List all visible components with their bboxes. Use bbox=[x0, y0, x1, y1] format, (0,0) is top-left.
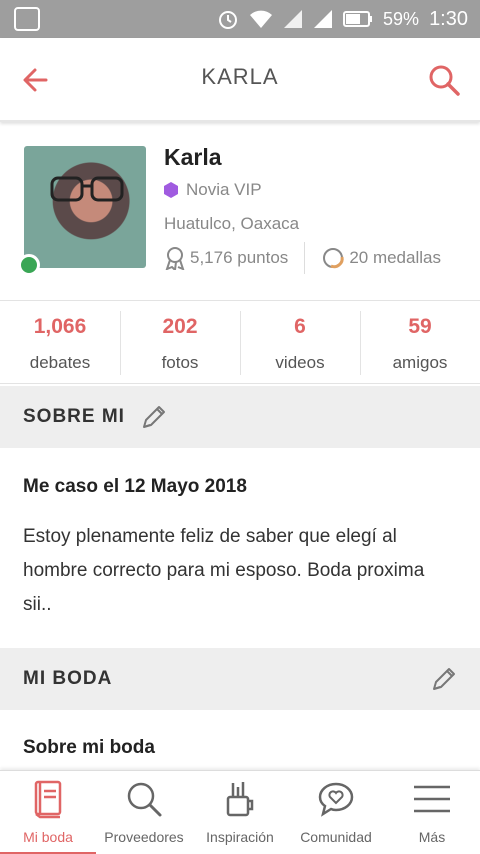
bottom-navigation: Mi boda Proveedores Inspiración Comunida… bbox=[0, 770, 480, 854]
about-text: Estoy plenamente feliz de saber que eleg… bbox=[23, 526, 425, 615]
status-bar: 59% 1:30 bbox=[0, 0, 480, 38]
section-title: MI BODA bbox=[23, 668, 113, 689]
medals[interactable]: 20 medallas bbox=[321, 246, 441, 270]
wedding-subtitle: Sobre mi boda bbox=[23, 737, 155, 758]
battery-percent: 59% bbox=[383, 8, 420, 29]
tab-label: Proveedores bbox=[104, 829, 184, 845]
stat-value: 1,066 bbox=[33, 315, 87, 338]
avatar-photo bbox=[50, 176, 124, 202]
tab-label: Mi boda bbox=[23, 829, 73, 845]
ribbon-icon bbox=[165, 247, 185, 270]
section-title: SOBRE MI bbox=[23, 406, 125, 427]
edit-pencil-icon[interactable] bbox=[140, 403, 168, 431]
profile-scores: 5,176 puntos 20 medallas bbox=[164, 242, 441, 274]
signal-icon-2 bbox=[314, 10, 333, 28]
tab-proveedores[interactable]: Proveedores bbox=[96, 771, 192, 854]
wifi-icon bbox=[250, 10, 273, 28]
menu-icon bbox=[414, 785, 450, 813]
profile-location: Huatulco, Oaxaca bbox=[164, 214, 300, 233]
tab-mi-boda[interactable]: Mi boda bbox=[0, 771, 96, 854]
stat-amigos[interactable]: 59 amigos bbox=[360, 301, 480, 383]
alarm-icon bbox=[219, 11, 238, 29]
edit-pencil-icon[interactable] bbox=[430, 665, 458, 693]
points-label: 5,176 puntos bbox=[190, 248, 289, 267]
tab-comunidad[interactable]: Comunidad bbox=[288, 771, 384, 854]
stat-label: videos bbox=[275, 353, 325, 372]
stats-bar: 1,066 debates 202 fotos 6 videos 59 amig… bbox=[0, 300, 480, 384]
battery-icon bbox=[343, 11, 373, 27]
tab-inspiracion[interactable]: Inspiración bbox=[192, 771, 288, 854]
tab-label: Inspiración bbox=[206, 829, 274, 845]
stat-label: debates bbox=[29, 353, 91, 372]
clock: 1:30 bbox=[429, 7, 468, 30]
tab-label: Comunidad bbox=[300, 829, 372, 845]
book-icon bbox=[34, 780, 62, 819]
about-content: Me caso el 12 Mayo 2018 Estoy plenamente… bbox=[0, 448, 480, 648]
stat-label: fotos bbox=[161, 353, 199, 372]
stat-videos[interactable]: 6 videos bbox=[240, 301, 360, 383]
chat-heart-icon bbox=[318, 782, 354, 817]
about-section-header: SOBRE MI bbox=[0, 386, 480, 448]
tools-icon bbox=[226, 782, 254, 817]
app-header: KARLA bbox=[0, 38, 480, 122]
stat-debates[interactable]: 1,066 debates bbox=[0, 301, 120, 383]
vip-label: Novia VIP bbox=[186, 180, 262, 199]
avatar[interactable] bbox=[24, 146, 146, 268]
search-icon[interactable] bbox=[426, 62, 462, 98]
wedding-section-header: MI BODA bbox=[0, 648, 480, 710]
medals-label: 20 medallas bbox=[349, 248, 441, 267]
page-title: KARLA bbox=[201, 64, 279, 89]
stat-value: 202 bbox=[162, 315, 198, 338]
search-icon bbox=[127, 782, 162, 817]
app-notification-icon bbox=[14, 7, 40, 31]
profile-name: Karla bbox=[164, 144, 222, 170]
points[interactable]: 5,176 puntos bbox=[164, 246, 288, 270]
stat-label: amigos bbox=[392, 353, 448, 372]
signal-icon bbox=[284, 10, 303, 28]
stat-value: 6 bbox=[294, 315, 306, 338]
divider bbox=[304, 242, 306, 274]
profile-card: Karla Novia VIP Huatulco, Oaxaca 5,176 p… bbox=[0, 122, 480, 300]
vip-badge: Novia VIP bbox=[164, 180, 262, 200]
wedding-date: Me caso el 12 Mayo 2018 bbox=[23, 476, 247, 497]
medal-icon bbox=[323, 248, 344, 269]
tab-label: Más bbox=[418, 829, 446, 845]
online-status-dot bbox=[18, 254, 40, 276]
stat-fotos[interactable]: 202 fotos bbox=[120, 301, 240, 383]
stat-value: 59 bbox=[408, 315, 432, 338]
hexagon-icon bbox=[164, 182, 178, 198]
tab-mas[interactable]: Más bbox=[384, 771, 480, 854]
